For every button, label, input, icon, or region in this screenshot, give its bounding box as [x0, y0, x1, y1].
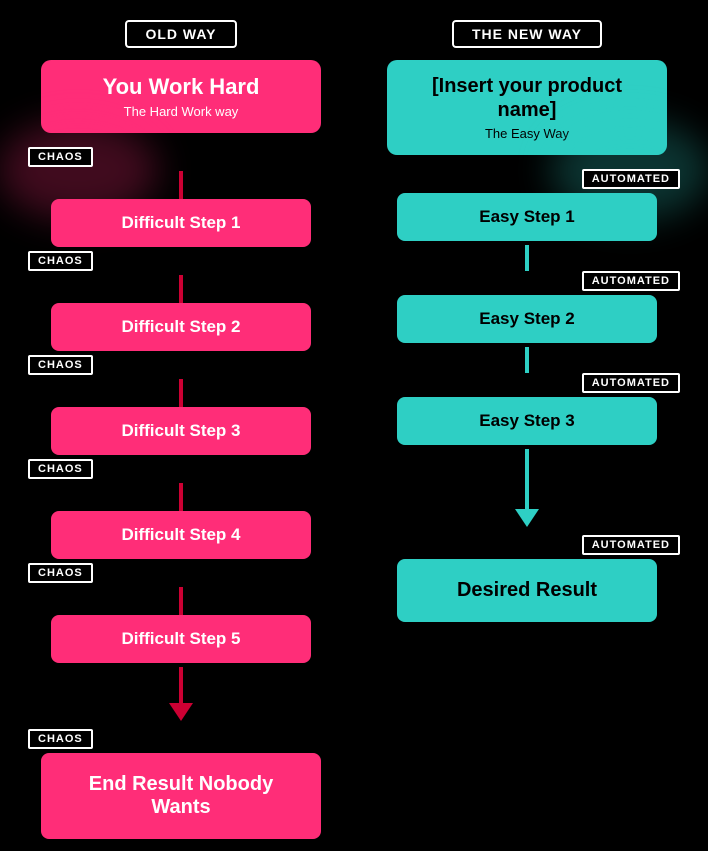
new-way-label: THE NEW WAY	[472, 26, 582, 42]
connector-5	[179, 587, 183, 615]
new-way-title: [Insert your product name]	[403, 74, 651, 122]
desired-result-box: Desired Result	[397, 559, 657, 622]
step-label-4: Difficult Step 4	[121, 525, 240, 544]
easy-step-3: Easy Step 3	[397, 397, 657, 445]
difficult-step-4: Difficult Step 4	[51, 511, 311, 559]
connector-3	[179, 379, 183, 407]
automated-label-3: AUTOMATED	[592, 377, 670, 389]
chaos-label-end: CHAOS	[38, 733, 83, 745]
automated-badge-1: AUTOMATED	[582, 169, 680, 189]
right-step-row-2: AUTOMATED Easy Step 2	[354, 271, 700, 345]
automated-label-2: AUTOMATED	[592, 275, 670, 287]
chaos-label-5: CHAOS	[38, 567, 83, 579]
teal-connector-1	[525, 245, 529, 271]
easy-step-1: Easy Step 1	[397, 193, 657, 241]
step-label-5: Difficult Step 5	[121, 629, 240, 648]
new-way-subtitle: The Easy Way	[403, 126, 651, 141]
right-desired-row: AUTOMATED Desired Result	[354, 535, 700, 622]
old-way-label: OLD WAY	[145, 26, 216, 42]
easy-step-label-3: Easy Step 3	[479, 411, 574, 430]
difficult-step-2: Difficult Step 2	[51, 303, 311, 351]
chaos-badge-1: CHAOS	[28, 147, 93, 167]
automated-badge-3: AUTOMATED	[582, 373, 680, 393]
old-way-top-box: You Work Hard The Hard Work way	[41, 60, 321, 133]
easy-step-label-2: Easy Step 2	[479, 309, 574, 328]
chaos-badge-5: CHAOS	[28, 563, 93, 583]
connector-4	[179, 483, 183, 511]
arrow-down-pink	[169, 703, 193, 721]
new-way-badge: THE NEW WAY	[452, 20, 602, 48]
step-label-2: Difficult Step 2	[121, 317, 240, 336]
right-step-row-3: AUTOMATED Easy Step 3	[354, 373, 700, 447]
difficult-step-3: Difficult Step 3	[51, 407, 311, 455]
left-step-row-3: CHAOS Difficult Step 3	[8, 355, 354, 457]
left-end-row: CHAOS End Result Nobody Wants	[8, 729, 354, 839]
connector-final	[179, 667, 183, 703]
automated-badge-2: AUTOMATED	[582, 271, 680, 291]
automated-badge-final: AUTOMATED	[582, 535, 680, 555]
right-step-row-1: AUTOMATED Easy Step 1	[354, 169, 700, 243]
end-result-label: End Result Nobody Wants	[89, 773, 273, 818]
difficult-step-5: Difficult Step 5	[51, 615, 311, 663]
connector-2	[179, 275, 183, 303]
new-way-top-box: [Insert your product name] The Easy Way	[387, 60, 667, 155]
left-step-row-1: CHAOS Difficult Step 1	[8, 147, 354, 249]
easy-step-2: Easy Step 2	[397, 295, 657, 343]
chaos-badge-end: CHAOS	[28, 729, 93, 749]
desired-result-label: Desired Result	[457, 579, 597, 601]
teal-connector-long	[525, 449, 529, 509]
automated-label-final: AUTOMATED	[592, 539, 670, 551]
chaos-label-1: CHAOS	[38, 151, 83, 163]
chaos-badge-2: CHAOS	[28, 251, 93, 271]
end-result-box: End Result Nobody Wants	[41, 753, 321, 839]
left-step-row-2: CHAOS Difficult Step 2	[8, 251, 354, 353]
old-way-badge: OLD WAY	[125, 20, 236, 48]
step-label-3: Difficult Step 3	[121, 421, 240, 440]
right-column: THE NEW WAY [Insert your product name] T…	[354, 10, 700, 841]
easy-step-label-1: Easy Step 1	[479, 207, 574, 226]
step-label-1: Difficult Step 1	[121, 213, 240, 232]
difficult-step-1: Difficult Step 1	[51, 199, 311, 247]
old-way-title: You Work Hard	[57, 74, 305, 100]
chaos-label-4: CHAOS	[38, 463, 83, 475]
connector-1	[179, 171, 183, 199]
chaos-label-2: CHAOS	[38, 255, 83, 267]
automated-label-1: AUTOMATED	[592, 173, 670, 185]
chaos-badge-3: CHAOS	[28, 355, 93, 375]
chaos-label-3: CHAOS	[38, 359, 83, 371]
arrow-down-teal	[515, 509, 539, 527]
chaos-badge-4: CHAOS	[28, 459, 93, 479]
old-way-subtitle: The Hard Work way	[57, 104, 305, 119]
left-step-row-4: CHAOS Difficult Step 4	[8, 459, 354, 561]
teal-connector-2	[525, 347, 529, 373]
left-step-row-5: CHAOS Difficult Step 5	[8, 563, 354, 665]
left-column: OLD WAY You Work Hard The Hard Work way …	[8, 10, 354, 841]
